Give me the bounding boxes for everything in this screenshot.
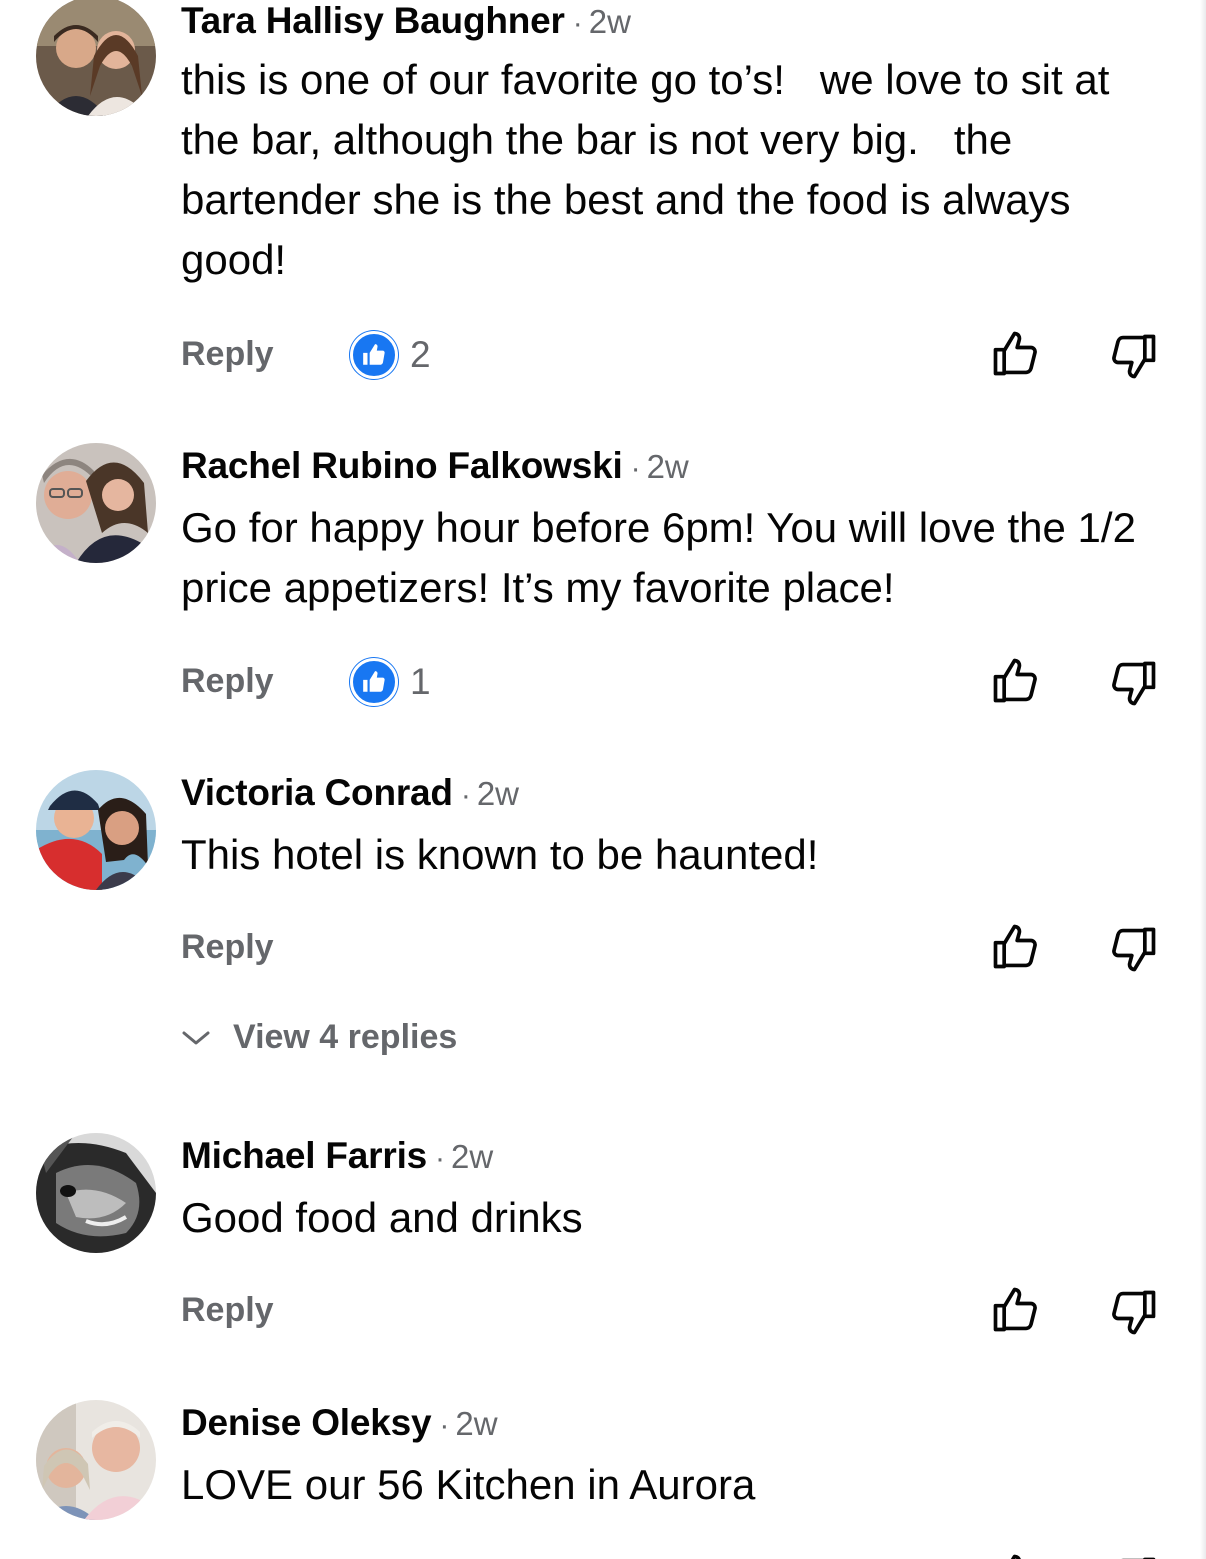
view-replies-label: View 4 replies [233,1018,458,1056]
thumbs-up-icon[interactable] [989,328,1041,380]
reply-button[interactable]: Reply [181,1291,274,1330]
thumbs-up-icon[interactable] [989,1551,1041,1559]
scroll-edge [1200,0,1206,1559]
comment-text: This hotel is known to be haunted! [181,831,819,878]
view-replies-button[interactable]: View 4 replies [181,1018,457,1057]
reaction-summary[interactable]: 1 [350,658,431,706]
avatar[interactable] [36,770,156,890]
reaction-count: 1 [410,661,431,702]
like-reaction-icon [350,658,398,706]
comment-header: Denise Oleksy · 2w [181,1402,498,1444]
like-reaction-icon [350,331,398,379]
comment-text: Good food and drinks [181,1194,583,1241]
author-name[interactable]: Tara Hallisy Baughner [181,0,565,41]
avatar[interactable] [36,1400,156,1520]
avatar[interactable] [36,0,156,116]
avatar-photo [36,770,156,890]
reply-button[interactable]: Reply [181,335,274,374]
comment-text: LOVE our 56 Kitchen in Aurora [181,1461,756,1508]
reply-button[interactable]: Reply [181,928,274,967]
timestamp[interactable]: 2w [647,448,689,485]
avatar[interactable] [36,1133,156,1253]
comment-header: Rachel Rubino Falkowski · 2w [181,445,689,487]
timestamp[interactable]: 2w [477,775,519,812]
thumbs-down-icon[interactable] [1108,330,1160,382]
timestamp[interactable]: 2w [589,3,631,40]
thumbs-down-icon[interactable] [1108,1286,1160,1338]
avatar-photo [36,1400,156,1520]
avatar-photo [36,1133,156,1253]
thumbs-down-icon[interactable] [1108,657,1160,709]
reaction-count: 2 [410,334,431,375]
comment-text: this is one of our favorite go to’s! we … [181,56,1122,283]
comment-header: Michael Farris · 2w [181,1135,493,1177]
author-name[interactable]: Michael Farris [181,1135,427,1176]
separator-dot: · [460,779,471,812]
thumbs-up-icon[interactable] [989,1284,1041,1336]
author-name[interactable]: Rachel Rubino Falkowski [181,445,623,486]
timestamp[interactable]: 2w [455,1405,497,1442]
comment-header: Victoria Conrad · 2w [181,772,519,814]
separator-dot: · [630,452,641,485]
author-name[interactable]: Denise Oleksy [181,1402,432,1443]
avatar-photo [36,443,156,563]
reaction-summary[interactable]: 2 [350,331,431,379]
comment-header: Tara Hallisy Baughner · 2w [181,0,631,42]
reply-button[interactable]: Reply [181,662,274,701]
avatar-photo [36,0,156,116]
separator-dot: · [572,7,583,40]
thumbs-down-icon[interactable] [1108,923,1160,975]
separator-dot: · [439,1409,450,1442]
avatar[interactable] [36,443,156,563]
timestamp[interactable]: 2w [451,1138,493,1175]
comment-text: Go for happy hour before 6pm! You will l… [181,504,1148,611]
author-name[interactable]: Victoria Conrad [181,772,453,813]
chevron-down-icon [182,1031,210,1044]
thumbs-up-icon[interactable] [989,655,1041,707]
thumbs-up-icon[interactable] [989,921,1041,973]
comments-page: Tara Hallisy Baughner · 2w this is one of … [0,0,1206,1559]
separator-dot: · [435,1142,446,1175]
thumbs-down-icon[interactable] [1108,1553,1160,1559]
